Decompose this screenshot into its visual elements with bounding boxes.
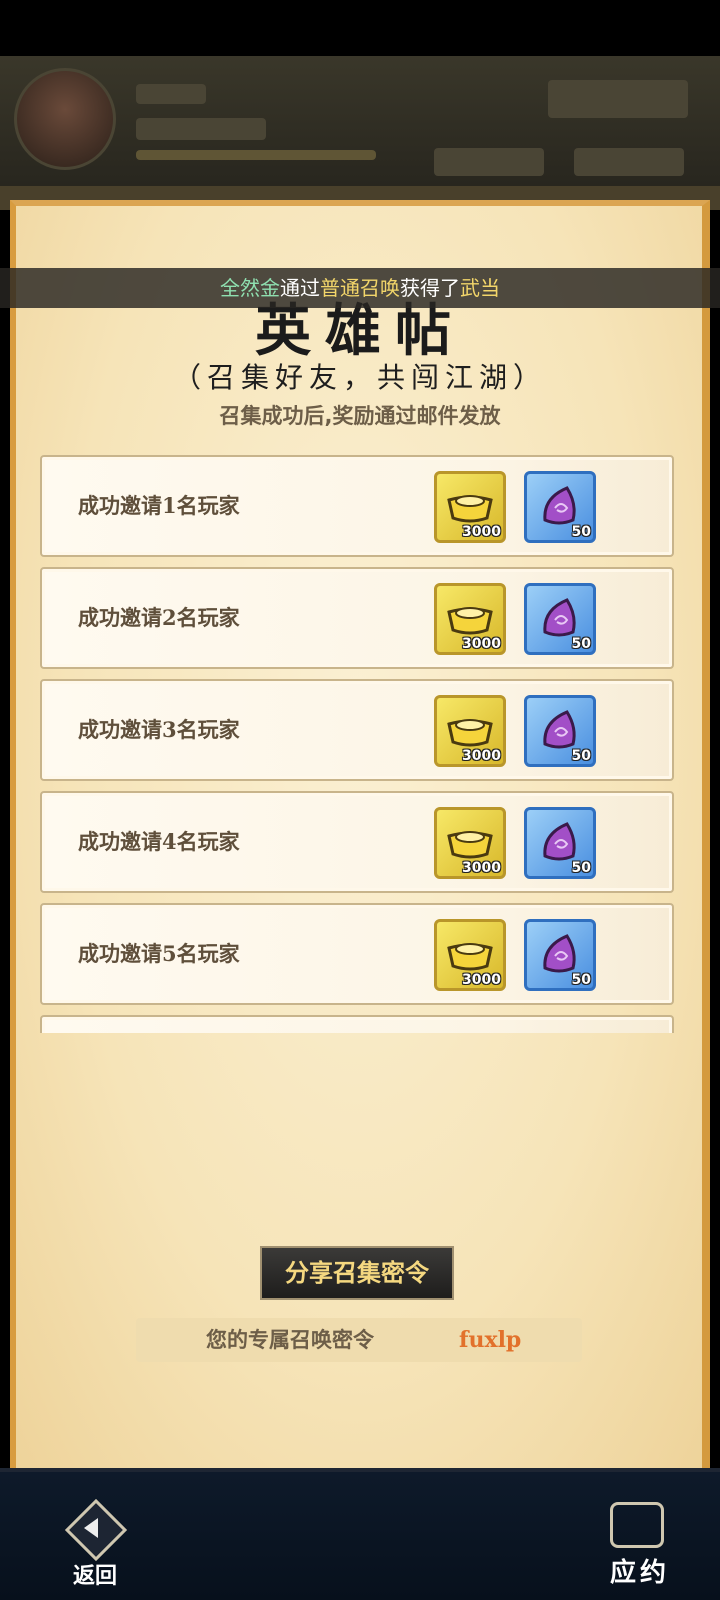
reward-row: 成功邀请4名玩家 3000 50	[40, 791, 674, 893]
purple-jade-icon[interactable]: 50	[524, 695, 596, 767]
gold-ingot-icon[interactable]: 3000	[434, 919, 506, 991]
reward-list[interactable]: 成功邀请1名玩家 3000 50 成功邀请2名玩家 3000 50 成功邀请3名…	[40, 455, 676, 1033]
gold-count: 3000	[462, 524, 501, 540]
broadcast-player: 全然金	[220, 276, 280, 300]
reward-row: 成功邀请1名玩家 3000 50	[40, 455, 674, 557]
share-code-button[interactable]: 分享召集密令	[260, 1246, 454, 1300]
reward-row-partial	[40, 1015, 674, 1033]
exp-bar	[136, 150, 376, 160]
broadcast-text-2: 获得了	[400, 276, 460, 300]
broadcast-text-1: 通过	[280, 276, 320, 300]
purple-jade-icon[interactable]: 50	[524, 583, 596, 655]
jade-count: 50	[571, 972, 591, 988]
settings-button[interactable]	[548, 80, 688, 118]
reward-condition: 成功邀请3名玩家	[78, 717, 240, 742]
jade-count: 50	[571, 860, 591, 876]
jade-count: 50	[571, 524, 591, 540]
back-arrow-icon	[84, 1518, 98, 1538]
respond-invite-label: 应约	[609, 1558, 670, 1588]
jade-count: 50	[571, 748, 591, 764]
purple-jade-icon[interactable]: 50	[524, 471, 596, 543]
gold-count: 3000	[462, 636, 501, 652]
back-label: 返回	[72, 1563, 117, 1589]
reward-condition: 成功邀请2名玩家	[78, 605, 240, 630]
reward-note: 召集成功后,奖励通过邮件发放	[219, 404, 501, 428]
jade-count: 50	[571, 636, 591, 652]
gold-count: 3000	[462, 972, 501, 988]
reward-row: 成功邀请3名玩家 3000 50	[40, 679, 674, 781]
summon-code-box: 您的专属召唤密令 fuxlp	[136, 1318, 582, 1362]
purple-jade-icon[interactable]: 50	[524, 807, 596, 879]
player-name-placeholder	[136, 84, 206, 104]
currency-jade	[574, 148, 684, 176]
system-broadcast: 全然金通过普通召唤获得了武当	[0, 268, 720, 308]
broadcast-reward: 武当	[460, 276, 500, 300]
seal-icon	[610, 1502, 664, 1548]
purple-jade-icon[interactable]: 50	[524, 919, 596, 991]
gold-count: 3000	[462, 748, 501, 764]
status-bar	[0, 0, 720, 56]
gold-ingot-icon[interactable]: 3000	[434, 583, 506, 655]
reward-row: 成功邀请2名玩家 3000 50	[40, 567, 674, 669]
reward-row: 成功邀请5名玩家 3000 50	[40, 903, 674, 1005]
reward-condition: 成功邀请1名玩家	[78, 493, 240, 518]
reward-condition: 成功邀请4名玩家	[78, 829, 240, 854]
gold-ingot-icon[interactable]: 3000	[434, 695, 506, 767]
currency-gold	[434, 148, 544, 176]
broadcast-method: 普通召唤	[320, 276, 400, 300]
player-avatar	[14, 68, 116, 170]
summon-code-value[interactable]: fuxlp	[459, 1318, 521, 1362]
page-subtitle: （召集好友，共闯江湖）	[172, 361, 547, 394]
gold-ingot-icon[interactable]: 3000	[434, 807, 506, 879]
gold-count: 3000	[462, 860, 501, 876]
gold-ingot-icon[interactable]: 3000	[434, 471, 506, 543]
reward-condition: 成功邀请5名玩家	[78, 941, 240, 966]
respond-invite-button[interactable]: 应约	[590, 1502, 690, 1596]
back-button[interactable]: 返回	[60, 1498, 130, 1589]
player-power-placeholder	[136, 118, 266, 140]
summon-code-label: 您的专属召唤密令	[206, 1327, 374, 1352]
